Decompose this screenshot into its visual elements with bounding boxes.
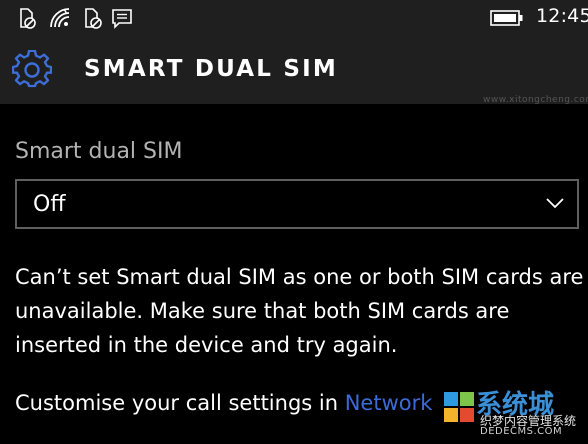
page-title: SMART DUAL SIM: [84, 56, 338, 82]
no-sim-icon: [14, 6, 38, 30]
clock: 12:45: [536, 5, 588, 27]
watermark-text: www.xitongcheng.com: [483, 95, 588, 105]
watermark-url: DEDECMS.COM: [480, 426, 563, 437]
message-icon: [110, 6, 134, 30]
page-header: SMART DUAL SIM: [0, 36, 588, 104]
dropdown-selected-value: Off: [33, 192, 66, 217]
battery-icon: [490, 8, 524, 28]
watermark-logo: 系统城 织梦内容管理系统 DEDECMS.COM: [442, 380, 588, 444]
smart-dual-sim-dropdown[interactable]: Off: [15, 179, 579, 229]
status-bar: 12:45: [0, 0, 588, 36]
windows-logo-icon: [442, 390, 476, 424]
no-sim-icon-2: [80, 6, 104, 30]
call-settings-text: Customise your call settings in Network: [15, 391, 432, 415]
call-settings-prefix: Customise your call settings in: [15, 391, 345, 415]
wifi-icon: [48, 6, 72, 30]
gear-icon[interactable]: [12, 50, 52, 90]
network-link[interactable]: Network: [345, 391, 433, 415]
chevron-down-icon: [545, 196, 565, 210]
unavailable-message: Can’t set Smart dual SIM as one or both …: [15, 265, 584, 357]
smart-dual-sim-label: Smart dual SIM: [15, 139, 183, 164]
